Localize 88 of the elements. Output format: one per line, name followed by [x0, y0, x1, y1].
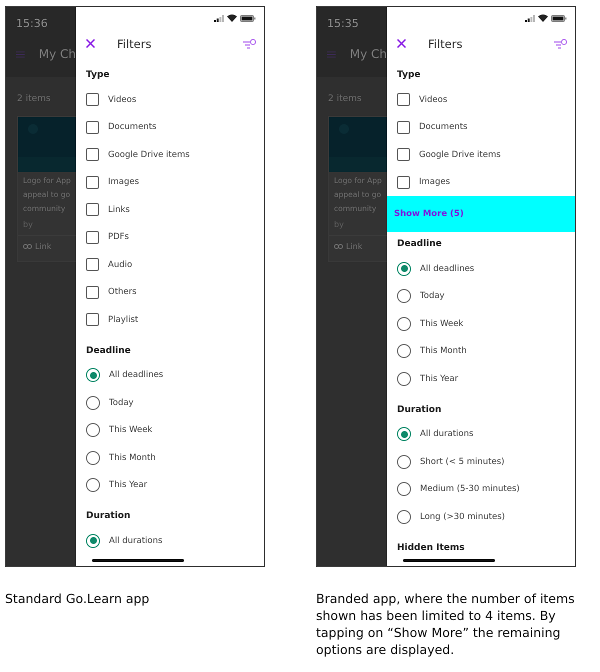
option-label: Today: [420, 291, 445, 302]
option-label: Images: [108, 177, 140, 188]
radio-button[interactable]: [397, 289, 411, 304]
option-label: Videos: [419, 94, 448, 105]
option-label: Videos: [108, 94, 136, 105]
wifi-icon: [538, 14, 548, 22]
option-label: Short (< 5 minutes): [420, 456, 504, 467]
filter-clear-icon[interactable]: [243, 38, 256, 48]
caption: Branded app, where the number of items shown has been limited to 4 items. By tapping on “Show More” the remaining options are displayed.: [316, 590, 576, 658]
filter-clear-icon[interactable]: [554, 38, 567, 48]
checkbox[interactable]: [397, 120, 410, 134]
option-label: Documents: [108, 122, 156, 132]
radio-button[interactable]: [86, 534, 100, 548]
radio-button[interactable]: [397, 262, 411, 276]
checkbox[interactable]: [86, 176, 99, 189]
option-label: Google Drive items: [108, 150, 190, 160]
option-label: Google Drive items: [419, 150, 501, 160]
battery-icon: [240, 14, 256, 22]
option-label: Documents: [419, 122, 468, 132]
signal-icon: [525, 14, 535, 22]
drawer-title: Filters: [117, 36, 152, 50]
option-label: Medium (5-30 minutes): [420, 484, 520, 494]
section-heading: Hidden Items: [397, 542, 465, 554]
section-heading: Type: [397, 69, 420, 82]
link-label: Link: [346, 242, 362, 251]
status-time: 15:36: [15, 16, 49, 32]
checkbox[interactable]: [86, 313, 99, 326]
option-label: This Year: [109, 480, 148, 490]
option-label: Audio: [108, 260, 132, 270]
section-heading: Deadline: [397, 238, 442, 251]
app-title: My Ch: [350, 47, 387, 61]
item-count: 2 items: [16, 93, 52, 104]
app-title: My Ch: [38, 47, 76, 61]
option-label: PDFs: [108, 232, 129, 242]
radio-button[interactable]: [397, 372, 411, 386]
checkbox[interactable]: [86, 148, 99, 162]
radio-button[interactable]: [86, 450, 100, 465]
option-label: All durations: [420, 429, 474, 440]
item-count: 2 items: [327, 93, 363, 104]
wifi-icon: [227, 14, 237, 22]
section-heading: Duration: [397, 404, 442, 416]
radio-button[interactable]: [397, 454, 411, 469]
radio-button[interactable]: [397, 482, 411, 496]
checkbox[interactable]: [397, 176, 410, 189]
section-heading: Type: [86, 69, 110, 82]
checkbox[interactable]: [397, 93, 410, 106]
option-label: This Month: [109, 452, 156, 463]
close-icon[interactable]: [397, 39, 406, 48]
option-label: Playlist: [108, 314, 138, 325]
option-label: All durations: [109, 536, 162, 546]
radio-button[interactable]: [397, 510, 411, 524]
option-label: All deadlines: [109, 370, 164, 380]
option-label: This Week: [109, 425, 152, 436]
option-label: This Month: [420, 346, 467, 356]
checkbox[interactable]: [86, 286, 99, 299]
section-heading: Duration: [86, 510, 130, 523]
checkbox[interactable]: [86, 258, 99, 272]
show-more-button[interactable]: Show More (5): [387, 196, 575, 232]
checkbox[interactable]: [86, 230, 99, 244]
option-label: All deadlines: [420, 264, 474, 274]
option-label: This Week: [420, 318, 464, 329]
close-icon[interactable]: [86, 39, 95, 48]
status-time: 15:35: [326, 16, 360, 32]
radio-button[interactable]: [397, 316, 411, 331]
radio-button[interactable]: [397, 344, 411, 358]
option-label: Long (>30 minutes): [420, 512, 505, 522]
caption: Standard Go.Learn app: [5, 590, 150, 607]
checkbox[interactable]: [397, 148, 410, 162]
link-icon: [23, 244, 32, 249]
radio-button[interactable]: [86, 368, 100, 382]
option-label: Others: [108, 287, 137, 298]
section-heading: Deadline: [86, 344, 131, 358]
option-label: Images: [419, 177, 450, 188]
option-label: This Year: [420, 374, 458, 384]
battery-icon: [551, 14, 567, 22]
drawer-title: Filters: [428, 36, 464, 50]
radio-button[interactable]: [86, 423, 100, 438]
radio-button[interactable]: [86, 478, 100, 492]
checkbox[interactable]: [86, 120, 99, 134]
radio-button[interactable]: [397, 427, 411, 442]
checkbox[interactable]: [86, 203, 99, 216]
radio-button[interactable]: [86, 396, 100, 410]
signal-icon: [214, 14, 224, 22]
option-label: Links: [108, 204, 130, 215]
link-icon: [334, 244, 343, 249]
link-label: Link: [35, 242, 52, 251]
option-label: Today: [109, 398, 134, 408]
checkbox[interactable]: [86, 93, 99, 106]
